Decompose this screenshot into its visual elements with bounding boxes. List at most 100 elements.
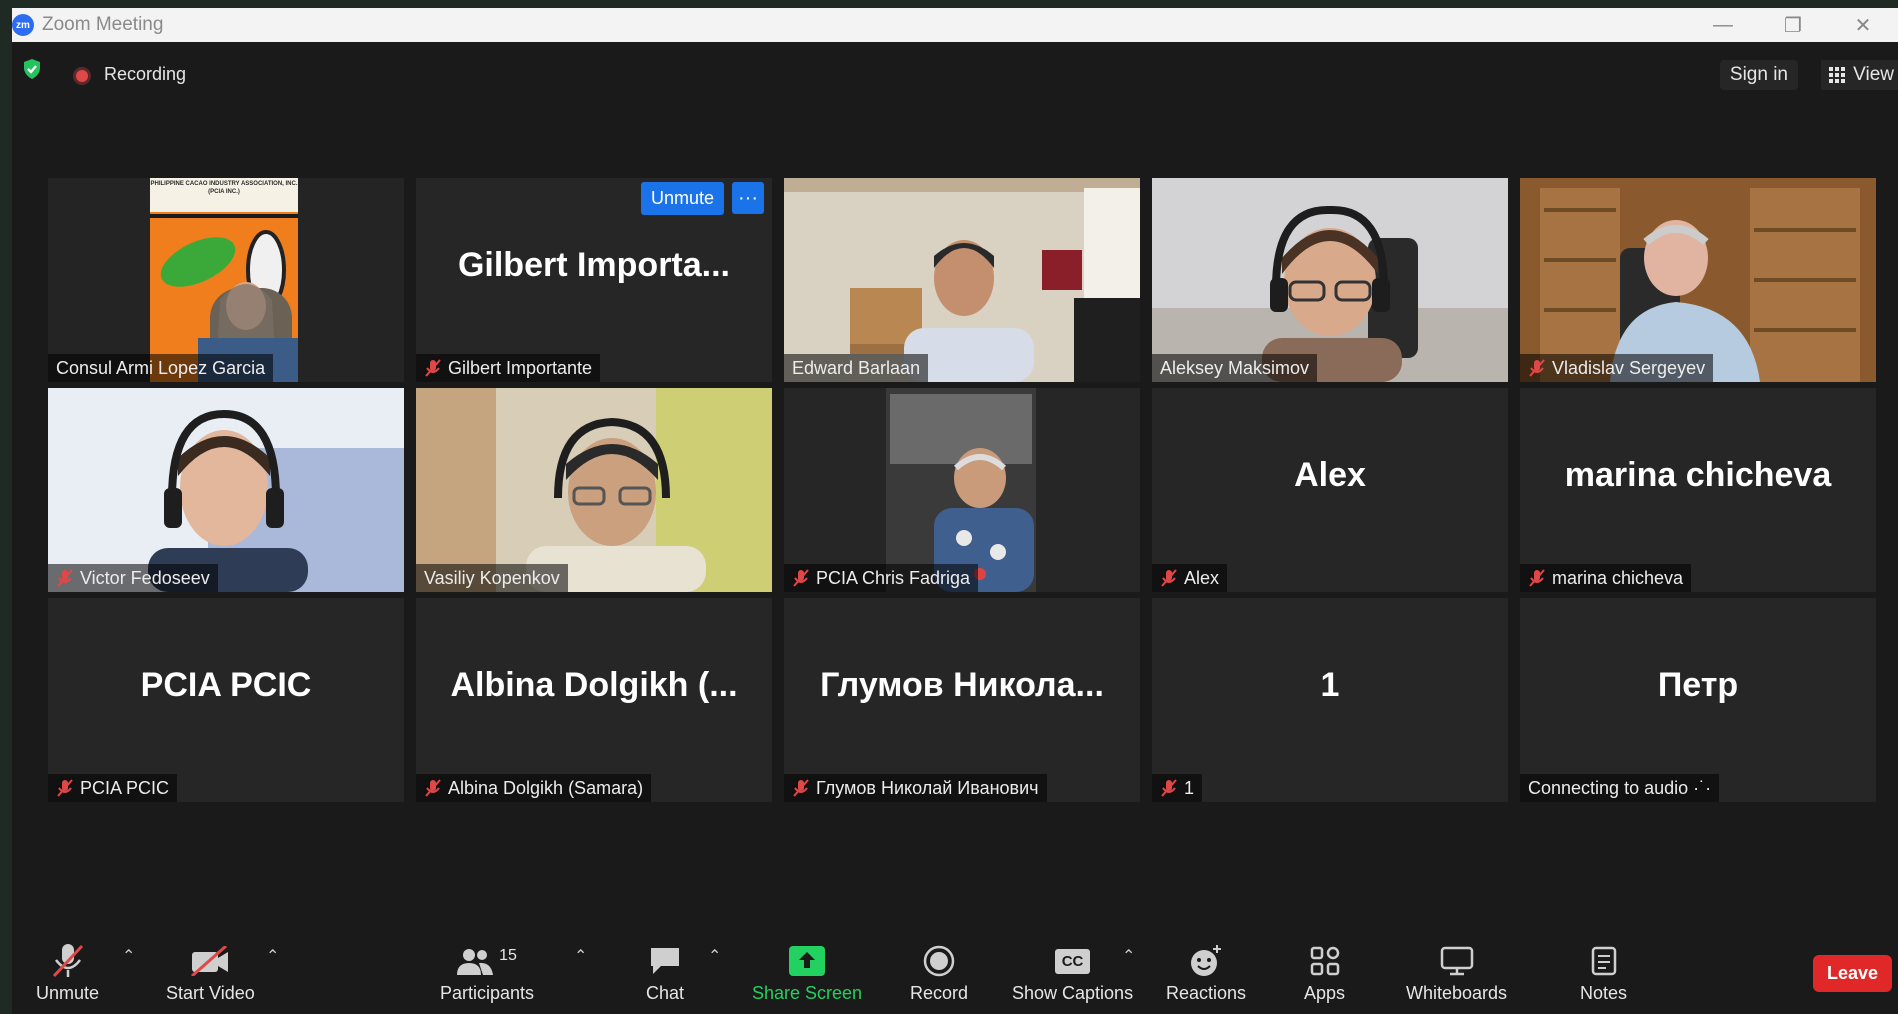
participant-name: Victor Fedoseev (48, 564, 218, 592)
captions-options-chevron-icon[interactable]: ⌃ (1122, 946, 1135, 966)
participant-name-label: Victor Fedoseev (80, 567, 210, 588)
share-screen-icon (789, 946, 826, 976)
video-feed-cacao-logo (48, 178, 404, 382)
participants-button[interactable]: 15 Participants (440, 939, 534, 1004)
participant-tile-alex[interactable]: Alex Alex (1152, 388, 1508, 592)
video-feed-bookshelf (1520, 178, 1876, 382)
audio-options-chevron-icon[interactable]: ⌃ (122, 946, 135, 966)
participant-tile-edward[interactable]: Edward Barlaan (784, 178, 1140, 382)
close-icon[interactable]: ✕ (1828, 8, 1898, 42)
participant-tile-aleksey-active-speaker[interactable]: Aleksey Maksimov (1152, 178, 1508, 382)
notes-icon (1591, 946, 1616, 976)
minimize-icon[interactable]: — (1688, 8, 1758, 42)
restore-icon[interactable]: ❐ (1758, 8, 1828, 42)
view-button[interactable]: View (1821, 60, 1898, 90)
muted-mic-icon (57, 569, 73, 587)
meeting-toolbar: Unmute ⌃ Start Video ⌃ 15 Participants ⌃… (12, 922, 1898, 1014)
participant-display-name: marina chicheva (1564, 455, 1832, 494)
participant-display-name: PCIA PCIC (140, 665, 312, 704)
participants-options-chevron-icon[interactable]: ⌃ (574, 946, 587, 966)
participant-name-label: 1 (1184, 777, 1195, 798)
muted-mic-icon (1529, 569, 1545, 587)
whiteboards-button[interactable]: Whiteboards (1406, 939, 1507, 1004)
participant-status: Connecting to audio ·˙· (1520, 774, 1720, 802)
participants-label: Participants (440, 983, 535, 1003)
participant-name: Aleksey Maksimov (1152, 354, 1318, 382)
participant-display-name: Albina Dolgikh (... (450, 665, 738, 704)
video-feed-room (784, 178, 1140, 382)
participant-name-label: Consul Armi Lopez Garcia (56, 357, 266, 378)
chat-options-chevron-icon[interactable]: ⌃ (708, 946, 721, 966)
security-shield-icon[interactable] (22, 58, 42, 80)
zoom-window: zm Zoom Meeting — ❐ ✕ Recording Sign in … (12, 8, 1898, 1014)
window-title: Zoom Meeting (42, 14, 164, 35)
video-feed-headset-blue (48, 388, 404, 592)
show-captions-button[interactable]: CC Show Captions (1012, 939, 1133, 1004)
connecting-audio-status: Connecting to audio ·˙· (1528, 777, 1712, 798)
participant-name-label: Vasiliy Kopenkov (424, 567, 560, 588)
muted-mic-icon (425, 359, 441, 377)
chat-label: Chat (646, 983, 685, 1003)
participant-name-label: marina chicheva (1552, 567, 1684, 588)
muted-mic-icon (57, 779, 73, 797)
notes-button[interactable]: Notes (1580, 939, 1627, 1004)
tile-more-options-button[interactable]: ··· (732, 182, 764, 214)
chat-button[interactable]: Chat (646, 939, 684, 1004)
participant-tile-albina[interactable]: Albina Dolgikh (... Albina Dolgikh (Sama… (416, 598, 772, 802)
show-captions-label: Show Captions (1012, 983, 1134, 1003)
participant-display-name: Петр (1657, 665, 1739, 704)
muted-mic-icon (52, 944, 83, 978)
participant-tile-gilbert[interactable]: Gilbert Importa... Unmute ··· Gilbert Im… (416, 178, 772, 382)
record-button[interactable]: Record (910, 939, 968, 1004)
title-bar: zm Zoom Meeting — ❐ ✕ (12, 8, 1898, 42)
whiteboards-label: Whiteboards (1406, 983, 1508, 1003)
start-video-button[interactable]: Start Video (166, 939, 255, 1004)
video-feed-headset (1152, 178, 1508, 382)
participant-name-label: PCIA PCIC (80, 777, 170, 798)
unmute-label: Unmute (36, 983, 100, 1003)
participant-name-label: Albina Dolgikh (Samara) (448, 777, 644, 798)
apps-label: Apps (1304, 983, 1346, 1003)
sign-in-button[interactable]: Sign in (1719, 60, 1798, 90)
video-feed-car (784, 388, 1140, 592)
participant-name: Albina Dolgikh (Samara) (416, 774, 652, 802)
participant-tile-vasiliy[interactable]: Vasiliy Kopenkov (416, 388, 772, 592)
tile-unmute-button[interactable]: Unmute (640, 182, 724, 215)
participant-name: Alex (1152, 564, 1228, 592)
participant-tile-petr[interactable]: Петр Connecting to audio ·˙· (1520, 598, 1876, 802)
participant-tile-glumov[interactable]: Глумов Никола... Глумов Николай Иванович (784, 598, 1140, 802)
participant-tile-victor[interactable]: Victor Fedoseev (48, 388, 404, 592)
video-feed-glasses (416, 388, 772, 592)
participant-tile-marina[interactable]: marina chicheva marina chicheva (1520, 388, 1876, 592)
reactions-label: Reactions (1166, 983, 1247, 1003)
whiteboard-icon (1440, 946, 1473, 976)
participant-tile-chris[interactable]: PCIA Chris Fadriga (784, 388, 1140, 592)
share-screen-label: Share Screen (752, 983, 863, 1003)
participant-name-label: Edward Barlaan (792, 357, 921, 378)
recording-icon (76, 70, 88, 82)
view-label: View (1853, 64, 1894, 85)
participant-tile-1[interactable]: 1 1 (1152, 598, 1508, 802)
share-screen-button[interactable]: Share Screen (752, 939, 862, 1004)
participant-tile-armi[interactable]: PHILIPPINE CACAO INDUSTRY ASSOCIATION, I… (48, 178, 404, 382)
meeting-top-bar: Recording Sign in View (12, 42, 1898, 96)
apps-button[interactable]: Apps (1304, 939, 1345, 1004)
video-off-icon (191, 946, 229, 976)
participant-name: PCIA PCIC (48, 774, 178, 802)
participant-tile-pcia-pcic[interactable]: PCIA PCIC PCIA PCIC (48, 598, 404, 802)
participant-name: PCIA Chris Fadriga (784, 564, 979, 592)
unmute-button[interactable]: Unmute (36, 939, 99, 1004)
reactions-button[interactable]: Reactions (1166, 939, 1246, 1004)
participants-icon (457, 949, 494, 975)
participant-name: 1 (1152, 774, 1203, 802)
video-options-chevron-icon[interactable]: ⌃ (266, 946, 279, 966)
participant-tile-vladislav[interactable]: Vladislav Sergeyev (1520, 178, 1876, 382)
zoom-app-icon: zm (12, 14, 34, 36)
muted-mic-icon (793, 779, 809, 797)
leave-meeting-button[interactable]: Leave (1812, 955, 1892, 992)
participant-name-label: Gilbert Importante (448, 357, 593, 378)
start-video-label: Start Video (166, 983, 255, 1003)
participant-name-label: Vladislav Sergeyev (1552, 357, 1706, 378)
participant-name: Vladislav Sergeyev (1520, 354, 1714, 382)
muted-mic-icon (793, 569, 809, 587)
